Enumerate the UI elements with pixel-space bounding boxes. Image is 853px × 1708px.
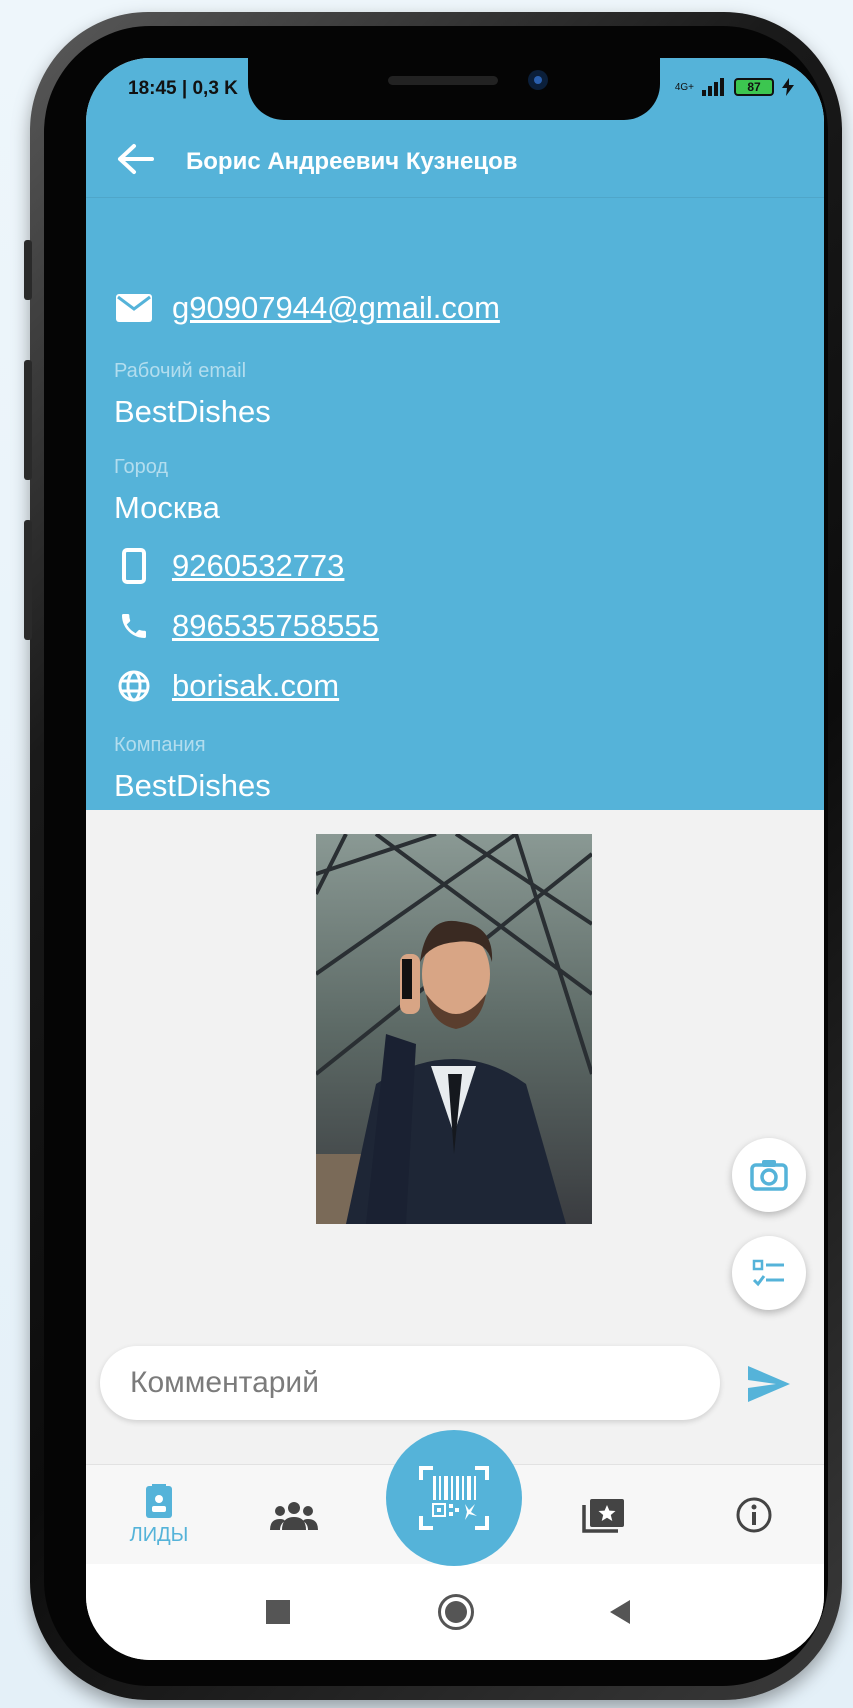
nav-tab-leads[interactable]: ЛИДЫ bbox=[114, 1465, 204, 1565]
city-value: Москва bbox=[114, 490, 220, 525]
home-button[interactable] bbox=[438, 1594, 474, 1630]
app-screen: 18:45 | 0,3 K 4G+ 87 Борис Андреевич Куз… bbox=[86, 58, 824, 1660]
status-time: 18:45 | 0,3 K bbox=[128, 78, 238, 99]
mobile-icon bbox=[116, 548, 152, 584]
company-value: BestDishes bbox=[114, 768, 271, 803]
status-icons: 4G+ 87 bbox=[675, 78, 794, 96]
page-title: Борис Андреевич Кузнецов bbox=[186, 148, 518, 175]
mobile-row[interactable]: 9260532773 bbox=[116, 548, 344, 584]
system-navigation-bar bbox=[86, 1564, 824, 1660]
battery-level: 87 bbox=[747, 80, 761, 94]
contact-header-panel: 18:45 | 0,3 K 4G+ 87 Борис Андреевич Куз… bbox=[86, 58, 824, 810]
website-row[interactable]: borisak.com bbox=[116, 668, 339, 704]
send-icon[interactable] bbox=[746, 1364, 792, 1404]
email-link[interactable]: g90907944@gmail.com bbox=[172, 290, 500, 326]
company-label: Компания bbox=[114, 734, 206, 756]
phone-row[interactable]: 896535758555 bbox=[116, 608, 379, 644]
barcode-scan-icon bbox=[419, 1466, 489, 1530]
phone-icon bbox=[116, 608, 152, 644]
comment-input[interactable] bbox=[100, 1346, 720, 1420]
leads-icon bbox=[146, 1483, 172, 1518]
nav-tab-contacts[interactable] bbox=[254, 1465, 334, 1565]
work-email-label: Рабочий email bbox=[114, 360, 247, 382]
email-icon bbox=[116, 290, 152, 326]
nav-label-leads: ЛИДЫ bbox=[129, 1523, 189, 1546]
checklist-icon bbox=[752, 1259, 784, 1287]
globe-icon bbox=[116, 668, 152, 704]
signal-label: 4G+ bbox=[674, 81, 694, 93]
front-camera bbox=[528, 70, 548, 90]
work-email-value: BestDishes bbox=[114, 394, 271, 429]
charging-icon bbox=[782, 78, 794, 96]
back-arrow-icon[interactable] bbox=[116, 142, 156, 176]
home-button-dot bbox=[445, 1601, 467, 1623]
camera-button[interactable] bbox=[732, 1138, 806, 1212]
info-icon bbox=[736, 1497, 772, 1533]
website-link[interactable]: borisak.com bbox=[172, 668, 339, 704]
checklist-button[interactable] bbox=[732, 1236, 806, 1310]
toolbar: Борис Андреевич Кузнецов bbox=[86, 120, 824, 198]
nav-tab-favorites[interactable] bbox=[564, 1465, 644, 1565]
people-icon bbox=[270, 1502, 318, 1530]
side-button-mute bbox=[24, 240, 32, 300]
mobile-link[interactable]: 9260532773 bbox=[172, 548, 344, 584]
recent-apps-button[interactable] bbox=[266, 1600, 290, 1624]
phone-link[interactable]: 896535758555 bbox=[172, 608, 379, 644]
phone-notch bbox=[248, 58, 660, 120]
nav-tab-info[interactable] bbox=[714, 1465, 794, 1565]
back-triangle-icon[interactable] bbox=[608, 1598, 632, 1626]
scan-barcode-button[interactable] bbox=[386, 1430, 522, 1566]
side-button-volume-up bbox=[24, 360, 32, 480]
side-button-volume-down bbox=[24, 520, 32, 640]
folder-star-icon bbox=[582, 1499, 624, 1533]
signal-icon bbox=[702, 78, 724, 96]
camera-icon bbox=[750, 1160, 788, 1191]
contact-photo[interactable] bbox=[316, 834, 592, 1224]
battery-indicator: 87 bbox=[734, 78, 774, 96]
city-label: Город bbox=[114, 456, 169, 478]
photo-illustration bbox=[316, 834, 592, 1224]
speaker-grille bbox=[388, 76, 498, 85]
email-row[interactable]: g90907944@gmail.com bbox=[116, 290, 500, 326]
